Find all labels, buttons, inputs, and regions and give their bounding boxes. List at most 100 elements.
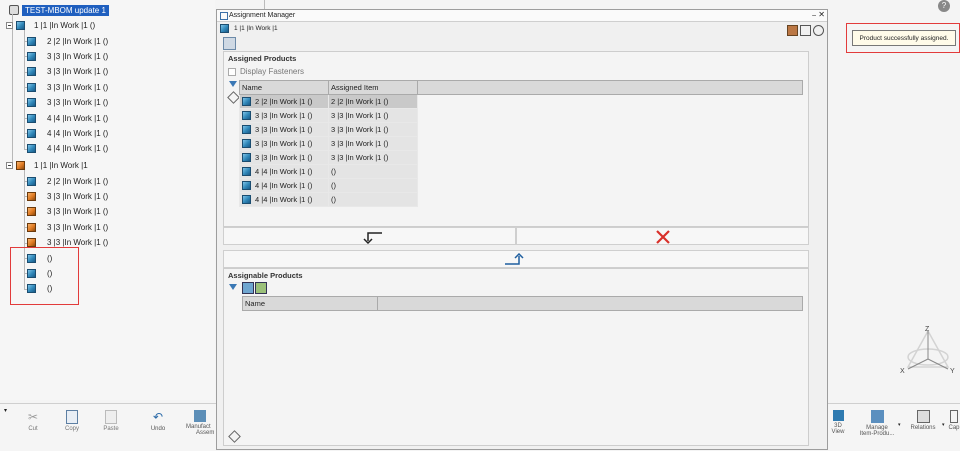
tree-root-label[interactable]: TEST-MBOM update 1 — [22, 5, 109, 16]
table-row[interactable]: 3 |3 |In Work |1 () 3 |3 |In Work |1 () — [239, 136, 803, 151]
unassign-button[interactable] — [223, 227, 516, 245]
assign-button[interactable] — [223, 250, 809, 268]
paste-button[interactable]: Paste — [96, 410, 126, 432]
relations-button[interactable]: Relations — [906, 410, 940, 431]
cap-label: Cap — [948, 425, 960, 431]
3d-view-button[interactable]: 3D View — [828, 410, 848, 435]
tree-item[interactable]: 3 |3 |In Work |1 () — [27, 49, 108, 63]
close-icon[interactable]: ✕ — [818, 10, 825, 19]
select-product-icon[interactable] — [223, 37, 236, 50]
table-row[interactable]: 3 |3 |In Work |1 () 3 |3 |In Work |1 () — [239, 150, 803, 165]
toolbar-collapse-icon[interactable]: ▾ — [4, 407, 7, 414]
col-assigned-item-header[interactable]: Assigned Item — [328, 80, 418, 95]
assigned-item-cell: () — [328, 178, 418, 193]
tree-item[interactable]: 3 |3 |In Work |1 () — [27, 220, 108, 234]
tag-icon[interactable] — [228, 430, 241, 443]
cut-button[interactable]: ✂ Cut — [18, 410, 48, 432]
col-name-header[interactable]: Name — [239, 80, 329, 95]
name-cell: 4 |4 |In Work |1 () — [239, 192, 329, 207]
settings-icon[interactable] — [813, 25, 824, 36]
assignable-products-panel: Assignable Products Name — [223, 268, 809, 446]
item-produ-label: Item-Produ... — [859, 431, 895, 437]
tree-item[interactable]: 4 |4 |In Work |1 () — [27, 142, 108, 156]
table-row[interactable]: 3 |3 |In Work |1 () 3 |3 |In Work |1 () — [239, 122, 803, 137]
filter-icon[interactable] — [229, 81, 237, 87]
tag-icon[interactable] — [227, 91, 240, 104]
tree-item[interactable]: 4 |4 |In Work |1 () — [27, 111, 108, 125]
filter-icon[interactable] — [229, 284, 237, 290]
table-row[interactable]: 2 |2 |In Work |1 () 2 |2 |In Work |1 () — [239, 94, 803, 109]
undo-label: Undo — [150, 426, 166, 432]
cancel-assignment-button[interactable] — [516, 227, 809, 245]
cap-button[interactable]: Cap — [948, 410, 960, 431]
filler-cell — [418, 193, 803, 207]
cut-label: Cut — [28, 426, 38, 432]
cube-icon — [27, 82, 36, 92]
name-cell: 3 |3 |In Work |1 () — [239, 136, 329, 151]
display-fasteners-label: Display Fasteners — [240, 67, 305, 76]
tree-root-icon[interactable] — [9, 5, 19, 15]
tree-item[interactable]: 3 |3 |In Work |1 () — [27, 65, 108, 79]
help-icon[interactable]: ? — [938, 0, 950, 12]
compass-x-label: X — [900, 368, 905, 375]
dropdown-arrow-icon[interactable]: ▾ — [898, 422, 901, 428]
remove-product-icon[interactable] — [242, 282, 254, 294]
add-product-icon[interactable] — [255, 282, 267, 294]
tree-item[interactable]: 2 |2 |In Work |1 () — [27, 34, 108, 48]
compass-widget[interactable]: Z X Y — [898, 325, 960, 377]
cube-icon — [27, 207, 36, 217]
scissors-icon: ✂ — [27, 410, 39, 424]
tree-item[interactable]: 4 |4 |In Work |1 () — [27, 126, 108, 140]
manage-icon — [870, 410, 884, 423]
table-row[interactable]: 4 |4 |In Work |1 () () — [239, 178, 803, 193]
tree-item-label: 4 |4 |In Work |1 () — [47, 144, 109, 154]
collapse-icon[interactable] — [6, 161, 13, 169]
cube-icon — [16, 20, 25, 30]
dialog-header-item: 1 |1 |In Work |1 — [220, 24, 278, 33]
display-fasteners-checkbox[interactable] — [228, 67, 236, 76]
cube-icon — [242, 167, 251, 177]
table-row[interactable]: 4 |4 |In Work |1 () () — [239, 192, 803, 207]
cube-icon — [27, 113, 36, 123]
tree-group-1[interactable]: 1 |1 |In Work |1 () — [6, 18, 95, 32]
table-row[interactable]: 3 |3 |In Work |1 () 3 |3 |In Work |1 () — [239, 108, 803, 123]
cube-icon — [242, 111, 251, 121]
dialog-header-label: 1 |1 |In Work |1 — [234, 25, 278, 32]
copy-button[interactable]: Copy — [57, 410, 87, 432]
undo-icon: ↶ — [152, 410, 164, 424]
tree-item[interactable]: 3 |3 |In Work |1 () — [27, 189, 108, 203]
cube-icon — [27, 144, 36, 154]
tree-item-label: 3 |3 |In Work |1 () — [47, 207, 109, 217]
dialog-title: Assignment Manager — [229, 12, 296, 19]
manage-item-product-button[interactable]: Manage Item-Produ... — [856, 410, 898, 437]
filler-cell — [418, 109, 803, 123]
filler-cell — [418, 95, 803, 109]
unassign-arrow-icon — [363, 232, 382, 244]
dropdown-arrow-icon[interactable]: ▾ — [942, 422, 945, 428]
assigned-item-cell: 3 |3 |In Work |1 () — [328, 136, 418, 151]
assignable-col-name-header[interactable]: Name — [242, 296, 378, 311]
undo-button[interactable]: ↶ Undo — [143, 410, 173, 432]
name-cell: 3 |3 |In Work |1 () — [239, 150, 329, 165]
minimize-icon[interactable]: – — [812, 12, 816, 19]
splitter[interactable] — [264, 0, 265, 9]
assembly-icon — [16, 160, 25, 170]
collapse-icon[interactable] — [6, 21, 13, 29]
display-fasteners[interactable]: Display Fasteners — [228, 67, 304, 76]
tree-item[interactable]: 3 |3 |In Work |1 () — [27, 80, 108, 94]
table-row[interactable]: 4 |4 |In Work |1 () () — [239, 164, 803, 179]
split-view-icon[interactable] — [800, 25, 811, 36]
product-tree: TEST-MBOM update 1 1 |1 |In Work |1 () 2… — [0, 0, 215, 400]
tree-item[interactable]: 3 |3 |In Work |1 () — [27, 205, 108, 219]
name-cell-text: 3 |3 |In Work |1 () — [255, 138, 313, 148]
tree-item[interactable]: 2 |2 |In Work |1 () — [27, 174, 108, 188]
cancel-x-icon — [656, 230, 670, 244]
manufacturing-assembly-button[interactable]: Manufact Assem — [186, 410, 216, 436]
tree-group-2[interactable]: 1 |1 |In Work |1 — [6, 158, 88, 172]
dialog-titlebar[interactable]: Assignment Manager – ✕ — [217, 10, 827, 22]
name-cell: 2 |2 |In Work |1 () — [239, 94, 329, 109]
assign-tool-icon[interactable] — [787, 25, 798, 36]
tree-item[interactable]: 3 |3 |In Work |1 () — [27, 96, 108, 110]
dialog-icon — [220, 12, 228, 20]
cube-icon — [27, 36, 36, 46]
